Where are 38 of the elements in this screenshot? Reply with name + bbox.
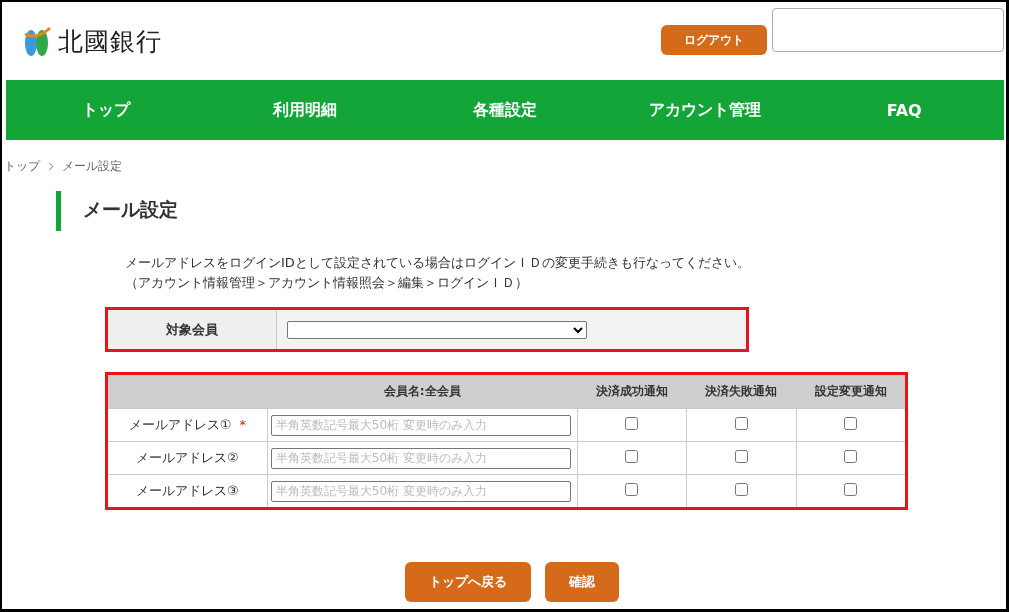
email-field[interactable]: 半角英数記号最大50桁 変更時のみ入力 bbox=[270, 480, 571, 502]
checkbox[interactable] bbox=[625, 450, 639, 463]
chevron-icon bbox=[48, 162, 54, 171]
email-field[interactable]: 半角英数記号最大50桁 変更時のみ入力 bbox=[270, 447, 571, 469]
nav-link[interactable]: 各種設定 bbox=[405, 99, 605, 121]
breadcrumb-current: メール設定 bbox=[62, 158, 122, 175]
action-button[interactable]: トップへ戻る bbox=[405, 562, 531, 602]
nav-link[interactable]: アカウント管理 bbox=[604, 99, 805, 121]
page-title: メール設定 bbox=[56, 191, 1004, 231]
row-label: メールアドレス① bbox=[128, 417, 232, 432]
logo-icon bbox=[22, 24, 52, 58]
logout-button[interactable]: ログアウト bbox=[661, 25, 767, 55]
column-header: 決済成功通知 bbox=[577, 375, 687, 409]
checkbox[interactable] bbox=[734, 417, 748, 430]
column-header: 会員名:全会員 bbox=[267, 375, 578, 409]
nav-link[interactable]: 利用明細 bbox=[205, 99, 406, 121]
checkbox[interactable] bbox=[844, 417, 858, 430]
checkbox[interactable] bbox=[625, 483, 639, 496]
breadcrumb-link[interactable]: トップ bbox=[4, 158, 40, 175]
required-mark: * bbox=[239, 417, 246, 432]
checkbox[interactable] bbox=[844, 450, 858, 463]
action-button[interactable]: 確認 bbox=[545, 562, 619, 602]
checkbox[interactable] bbox=[625, 417, 639, 430]
logo-text: 北國銀行 bbox=[58, 25, 162, 58]
nav-link[interactable]: FAQ bbox=[804, 100, 1004, 120]
notice-text: （アカウント情報管理＞アカウント情報照会＞編集＞ログインＩＤ） bbox=[125, 274, 529, 292]
email-field[interactable]: 半角英数記号最大50桁 変更時のみ入力 bbox=[270, 414, 571, 436]
column-header: 設定変更通知 bbox=[796, 375, 905, 409]
row-header: 対象会員 bbox=[108, 310, 277, 349]
checkbox[interactable] bbox=[734, 483, 748, 496]
notice-text: メールアドレスをログインIDとして設定されている場合はログインＩＤの変更手続きも行なってください。 bbox=[125, 254, 751, 272]
column-header: 決済失敗通知 bbox=[686, 375, 797, 409]
row-label: メールアドレス③ bbox=[136, 483, 239, 498]
nav-link[interactable]: トップ bbox=[6, 99, 206, 121]
member-select[interactable] bbox=[287, 320, 587, 339]
row-label: メールアドレス② bbox=[136, 450, 239, 465]
checkbox[interactable] bbox=[734, 450, 748, 463]
checkbox[interactable] bbox=[844, 483, 858, 496]
